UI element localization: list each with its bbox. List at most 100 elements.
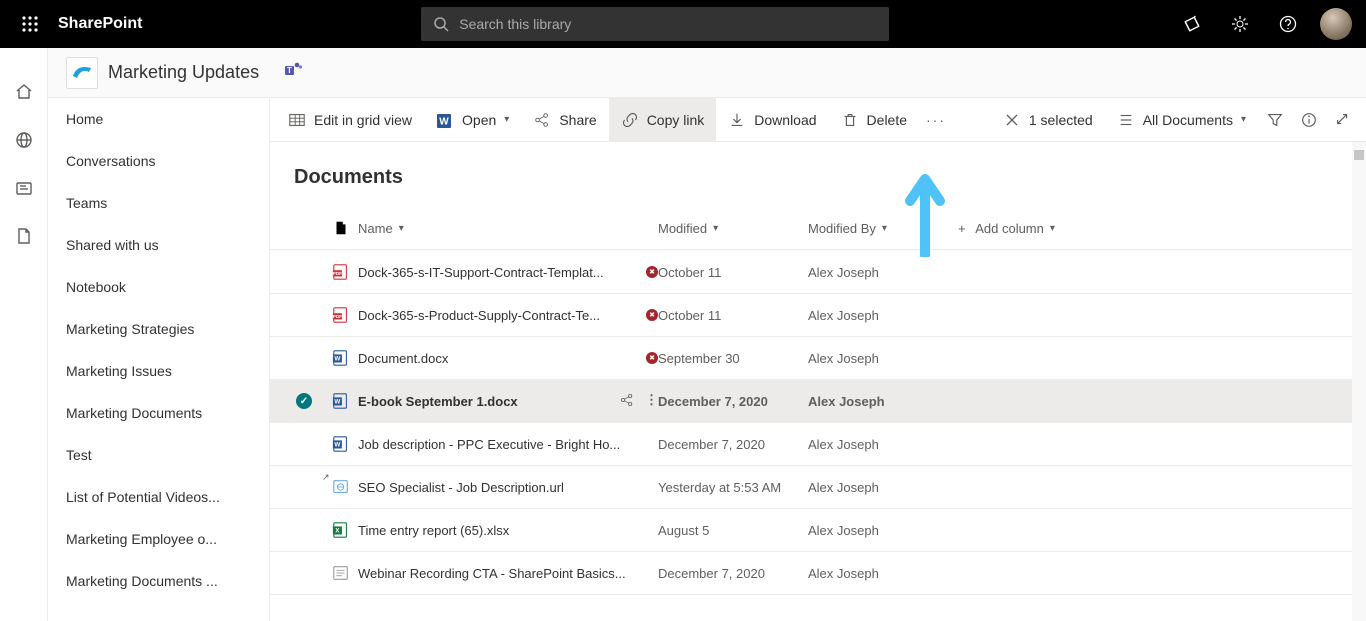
row-modified: October 11 (658, 308, 808, 323)
col-modified[interactable]: Modified ▾ (658, 221, 808, 236)
grid-icon (288, 111, 306, 129)
nav-marketing-documents2[interactable]: Marketing Documents ... (48, 560, 269, 602)
row-modified-by: Alex Joseph (808, 265, 958, 280)
rail-news-icon[interactable] (0, 164, 48, 212)
more-icon: ··· (926, 112, 946, 128)
doc-area: Documents Name▾ Modified▾ Modified (270, 142, 1366, 621)
table-row[interactable]: Dock-365-s-Product-Supply-Contract-Te...… (270, 294, 1366, 337)
cmd-edit-grid[interactable]: Edit in grid view (276, 98, 424, 142)
close-icon (1003, 111, 1021, 129)
cmd-info[interactable] (1292, 98, 1326, 142)
gear-icon[interactable] (1216, 0, 1264, 48)
cmd-more[interactable]: ··· (919, 98, 953, 142)
site-logo[interactable] (66, 57, 98, 89)
site-name[interactable]: Marketing Updates (108, 62, 259, 83)
content-row: Home Conversations Teams Shared with us … (48, 98, 1366, 621)
search-input[interactable] (459, 16, 877, 32)
row-modified: Yesterday at 5:53 AM (658, 480, 808, 495)
nav-teams[interactable]: Teams (48, 182, 269, 224)
cmd-share[interactable]: Share (521, 98, 608, 142)
blocked-badge-icon (646, 352, 658, 364)
table-row[interactable]: Job description - PPC Executive - Bright… (270, 423, 1366, 466)
cmd-download-label: Download (754, 112, 816, 128)
nav-test[interactable]: Test (48, 434, 269, 476)
link-icon (621, 111, 639, 129)
cmd-expand[interactable] (1326, 98, 1360, 142)
main: Edit in grid view Open▾ Share Copy link … (270, 98, 1366, 621)
site-header: Marketing Updates (48, 48, 1366, 98)
cmd-open[interactable]: Open▾ (424, 98, 521, 142)
shell: Marketing Updates Home Conversations Tea… (0, 48, 1366, 621)
nav-potential-videos[interactable]: List of Potential Videos... (48, 476, 269, 518)
col-modified-label: Modified (658, 221, 707, 236)
row-modified: December 7, 2020 (658, 566, 808, 581)
rail-globe-icon[interactable] (0, 116, 48, 164)
cmd-share-label: Share (559, 112, 596, 128)
table-row[interactable]: E-book September 1.docx ⋮ December 7, 20… (270, 380, 1366, 423)
avatar[interactable] (1320, 8, 1352, 40)
teams-icon[interactable] (283, 60, 303, 85)
app-launcher-button[interactable] (6, 0, 54, 48)
table-rows: Dock-365-s-IT-Support-Contract-Templat..… (270, 251, 1366, 595)
nav-notebook[interactable]: Notebook (48, 266, 269, 308)
row-modified: December 7, 2020 (658, 394, 808, 409)
row-modified-by: Alex Joseph (808, 480, 958, 495)
row-modified-by: Alex Joseph (808, 308, 958, 323)
app-rail (0, 48, 48, 621)
cmd-edit-grid-label: Edit in grid view (314, 112, 412, 128)
row-modified-by: Alex Joseph (808, 437, 958, 452)
rail-home-icon[interactable] (0, 68, 48, 116)
row-share-icon[interactable] (619, 392, 635, 411)
share-icon (533, 111, 551, 129)
filetype-icon (332, 306, 350, 324)
vertical-scrollbar[interactable] (1352, 142, 1366, 621)
col-name[interactable]: Name▾ (358, 221, 658, 236)
chevron-down-icon: ▾ (882, 223, 887, 234)
chevron-down-icon: ▾ (399, 223, 404, 234)
row-modified: September 30 (658, 351, 808, 366)
filetype-icon (332, 263, 350, 281)
table-row[interactable]: Dock-365-s-IT-Support-Contract-Templat..… (270, 251, 1366, 294)
cmd-copy-link[interactable]: Copy link (609, 98, 717, 142)
nav-marketing-documents[interactable]: Marketing Documents (48, 392, 269, 434)
nav-marketing-issues[interactable]: Marketing Issues (48, 350, 269, 392)
cmd-clear-selection[interactable]: 1 selected (991, 98, 1105, 142)
filetype-icon (332, 349, 350, 367)
cmd-delete[interactable]: Delete (829, 98, 919, 142)
row-modified-by: Alex Joseph (808, 351, 958, 366)
table-header: Name▾ Modified ▾ Modified By▾ + Add colum… (270, 207, 1366, 250)
rail-files-icon[interactable] (0, 212, 48, 260)
table-row[interactable]: Document.docx September 30 Alex Joseph (270, 337, 1366, 380)
nav-conversations[interactable]: Conversations (48, 140, 269, 182)
chevron-down-icon: ▾ (504, 114, 509, 125)
table-row[interactable]: ↗ SEO Specialist - Job Description.url Y… (270, 466, 1366, 509)
col-modified-by[interactable]: Modified By▾ (808, 221, 958, 236)
command-bar: Edit in grid view Open▾ Share Copy link … (270, 98, 1366, 142)
row-more-icon[interactable]: ⋮ (645, 392, 658, 411)
row-modified: December 7, 2020 (658, 437, 808, 452)
nav-marketing-employee[interactable]: Marketing Employee o... (48, 518, 269, 560)
filetype-icon (332, 392, 350, 410)
nav-home[interactable]: Home (48, 98, 269, 140)
help-icon[interactable] (1264, 0, 1312, 48)
cmd-filter[interactable] (1258, 98, 1292, 142)
site-panel: Marketing Updates Home Conversations Tea… (48, 48, 1366, 621)
table-row[interactable]: Time entry report (65).xlsx August 5 Ale… (270, 509, 1366, 552)
cmd-download[interactable]: Download (716, 98, 828, 142)
cmd-view-label: All Documents (1143, 112, 1233, 128)
search-box[interactable] (421, 7, 889, 41)
file-icon[interactable] (332, 219, 350, 237)
nav-shared[interactable]: Shared with us (48, 224, 269, 266)
cmd-selected-label: 1 selected (1029, 112, 1093, 128)
row-checkbox[interactable] (296, 393, 312, 409)
table-row[interactable]: Webinar Recording CTA - SharePoint Basic… (270, 552, 1366, 595)
blocked-badge-icon (646, 309, 658, 321)
megaphone-icon[interactable] (1168, 0, 1216, 48)
chevron-down-icon: ▾ (713, 223, 718, 234)
row-modified-by: Alex Joseph (808, 523, 958, 538)
col-add[interactable]: + Add column▾ (958, 221, 1118, 236)
filetype-icon (332, 521, 350, 539)
cmd-view-selector[interactable]: All Documents▾ (1105, 98, 1258, 142)
filetype-icon (332, 564, 350, 582)
nav-marketing-strategies[interactable]: Marketing Strategies (48, 308, 269, 350)
